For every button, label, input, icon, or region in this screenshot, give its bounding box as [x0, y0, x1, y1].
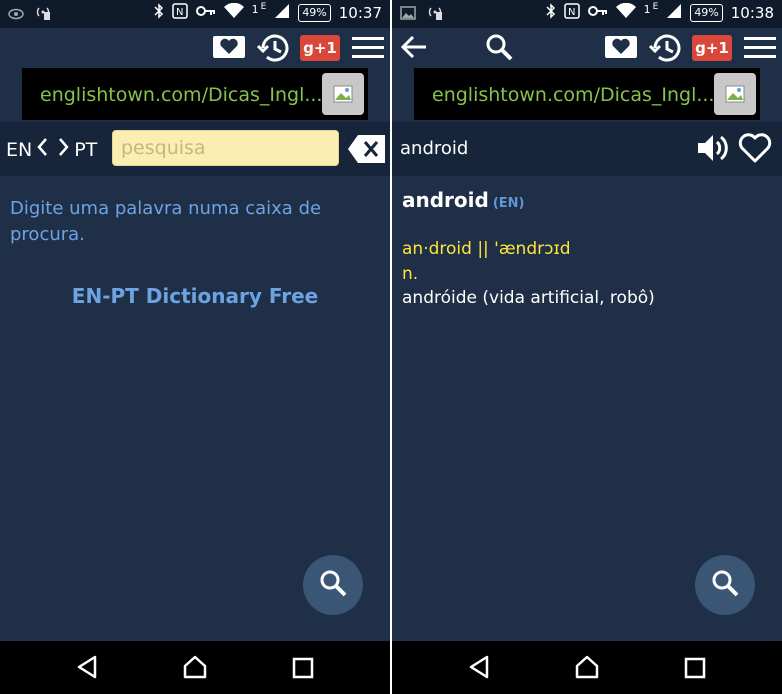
navigation-bar — [0, 641, 390, 694]
history-button[interactable] — [647, 32, 683, 68]
search-icon — [318, 568, 348, 602]
menu-button[interactable] — [352, 36, 384, 64]
signal-icon — [274, 3, 290, 23]
right-screen: N 1 E 49% 10:38 g+1 englishtown.com/Dica… — [392, 0, 782, 694]
headword-lang-tag: (EN) — [492, 196, 525, 211]
toolbar: g+1 — [0, 28, 390, 68]
network-type: E — [260, 2, 267, 12]
word-header-row: android — [392, 122, 782, 176]
ad-image-icon[interactable] — [714, 73, 756, 115]
menu-icon — [352, 36, 384, 64]
favorites-button[interactable] — [212, 32, 246, 64]
network-type: E — [652, 2, 659, 12]
nfc-icon: N — [563, 3, 580, 23]
status-bar: N 1 E 49% 10:37 — [0, 0, 390, 28]
toolbar: g+1 — [392, 28, 782, 68]
ad-image-icon[interactable] — [322, 73, 364, 115]
lang-to: PT — [74, 138, 98, 161]
nav-back-button[interactable] — [76, 655, 98, 683]
clock: 10:38 — [730, 4, 774, 22]
translation: andróide (vida artificial, robô) — [402, 288, 655, 308]
lang-from: EN — [6, 138, 33, 161]
bluetooth-icon — [546, 3, 556, 23]
back-arrow-icon — [400, 34, 428, 64]
menu-button[interactable] — [744, 36, 776, 64]
add-favorite-button[interactable] — [738, 132, 772, 168]
app-title: EN-PT Dictionary Free — [71, 284, 319, 308]
clear-icon — [348, 135, 386, 168]
part-of-speech: n. — [402, 264, 419, 284]
home-icon — [575, 655, 599, 683]
favorites-heart-icon — [604, 32, 638, 64]
sim-indicator: 1 — [643, 2, 651, 16]
key-icon — [195, 5, 216, 21]
search-row: EN PT — [0, 122, 390, 176]
back-triangle-icon — [76, 655, 98, 683]
clock: 10:37 — [338, 4, 382, 22]
search-icon — [484, 32, 514, 66]
key-icon — [587, 5, 608, 21]
search-icon — [710, 568, 740, 602]
search-hint: Digite uma palavra numa caixa de procura… — [10, 198, 322, 245]
ad-banner[interactable]: englishtown.com/Dicas_Ingl... — [414, 68, 760, 120]
gplus-button[interactable]: g+1 — [692, 35, 732, 61]
eye-icon — [8, 5, 24, 24]
status-bar: N 1 E 49% 10:38 — [392, 0, 782, 28]
image-icon — [400, 5, 416, 24]
signal-icon — [666, 3, 682, 23]
history-icon — [647, 32, 683, 68]
nav-home-button[interactable] — [183, 655, 207, 683]
swap-language-icon[interactable] — [36, 136, 70, 163]
ad-link[interactable]: englishtown.com/Dicas_Ingl... — [432, 84, 714, 106]
history-icon — [255, 32, 291, 68]
search-input[interactable] — [112, 130, 339, 166]
left-screen: N 1 E 49% 10:37 g+1 englishtown.com/Dica… — [0, 0, 390, 694]
gplus-button[interactable]: g+1 — [300, 35, 340, 61]
history-button[interactable] — [255, 32, 291, 68]
gplus-icon: g+1 — [692, 35, 732, 61]
language-switch[interactable]: EN PT — [6, 136, 97, 163]
pronounce-button[interactable] — [696, 132, 730, 168]
nav-back-button[interactable] — [468, 655, 490, 683]
nav-recents-button[interactable] — [292, 657, 314, 683]
nav-recents-button[interactable] — [684, 657, 706, 683]
gplus-icon: g+1 — [300, 35, 340, 61]
recents-icon — [684, 657, 706, 683]
search-fab-button[interactable] — [695, 555, 755, 615]
headword-text: android — [402, 188, 489, 212]
battery-indicator: 49% — [298, 4, 331, 22]
recents-icon — [292, 657, 314, 683]
wifi-icon — [615, 2, 636, 23]
bluetooth-icon — [154, 3, 164, 23]
favorites-button[interactable] — [604, 32, 638, 64]
wifi-hotspot-icon — [426, 4, 444, 24]
pronunciation: an·droid || 'ændrɔɪd — [402, 239, 571, 259]
ad-banner[interactable]: englishtown.com/Dicas_Ingl... — [22, 68, 368, 120]
nfc-icon: N — [171, 3, 188, 23]
menu-icon — [744, 36, 776, 64]
navigation-bar — [392, 641, 782, 694]
current-word: android — [400, 138, 469, 159]
battery-indicator: 49% — [690, 4, 723, 22]
svg-text:N: N — [568, 7, 575, 18]
entry-headword: android (EN) — [402, 188, 524, 212]
search-button[interactable] — [484, 32, 514, 66]
wifi-hotspot-icon — [34, 4, 52, 24]
svg-text:N: N — [176, 7, 183, 18]
home-icon — [183, 655, 207, 683]
wifi-icon — [223, 2, 244, 23]
back-button[interactable] — [400, 34, 428, 64]
heart-outline-icon — [738, 133, 772, 168]
ad-link[interactable]: englishtown.com/Dicas_Ingl... — [40, 84, 322, 106]
speaker-icon — [696, 135, 730, 168]
nav-home-button[interactable] — [575, 655, 599, 683]
favorites-heart-icon — [212, 32, 246, 64]
clear-search-button[interactable] — [348, 134, 386, 168]
sim-indicator: 1 — [251, 2, 259, 16]
search-fab-button[interactable] — [303, 555, 363, 615]
back-triangle-icon — [468, 655, 490, 683]
